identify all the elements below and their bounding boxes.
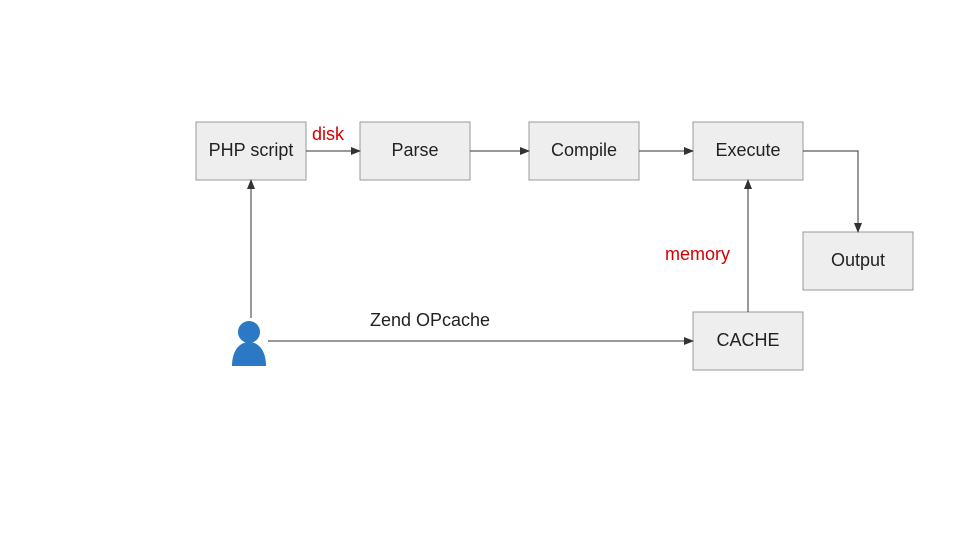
edge-memory-label: memory (665, 244, 730, 264)
box-output: Output (803, 232, 913, 290)
box-cache: CACHE (693, 312, 803, 370)
user-icon (232, 321, 266, 366)
box-php-script-label: PHP script (209, 140, 294, 160)
box-parse: Parse (360, 122, 470, 180)
box-compile: Compile (529, 122, 639, 180)
edge-disk-label: disk (312, 124, 345, 144)
box-execute-label: Execute (715, 140, 780, 160)
diagram-canvas: PHP script Parse Compile Execute Output … (0, 0, 960, 540)
box-execute: Execute (693, 122, 803, 180)
edge-opcache-label: Zend OPcache (370, 310, 490, 330)
box-parse-label: Parse (391, 140, 438, 160)
arrow-execute-output (803, 151, 858, 232)
box-compile-label: Compile (551, 140, 617, 160)
box-output-label: Output (831, 250, 885, 270)
box-cache-label: CACHE (716, 330, 779, 350)
box-php-script: PHP script (196, 122, 306, 180)
